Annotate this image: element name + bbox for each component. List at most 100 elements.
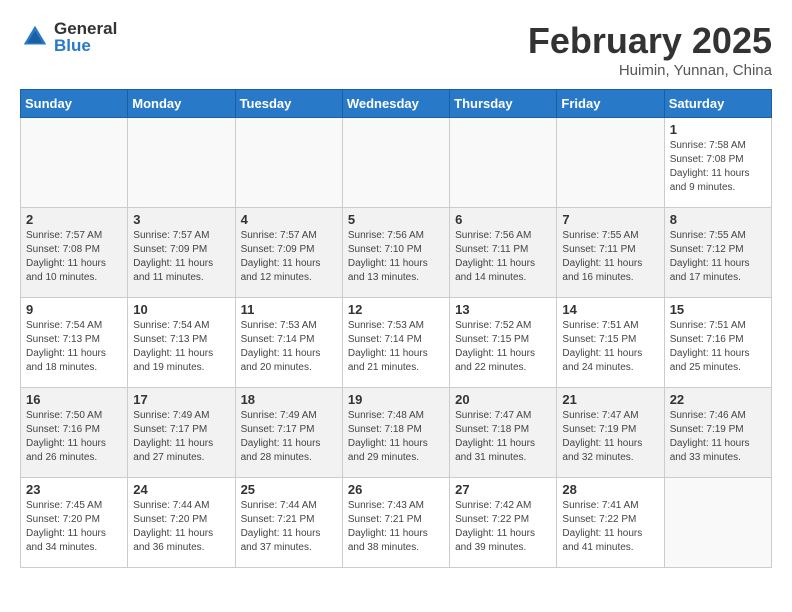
calendar-cell: 21 Sunrise: 7:47 AM Sunset: 7:19 PM Dayli… bbox=[557, 388, 664, 478]
logo: General Blue bbox=[20, 20, 117, 54]
day-info: Sunrise: 7:56 AM Sunset: 7:10 PM Dayligh… bbox=[348, 229, 444, 285]
day-number: 14 bbox=[562, 302, 658, 317]
day-info: Sunrise: 7:55 AM Sunset: 7:11 PM Dayligh… bbox=[562, 229, 658, 285]
day-info: Sunrise: 7:57 AM Sunset: 7:08 PM Dayligh… bbox=[26, 229, 122, 285]
day-info: Sunrise: 7:55 AM Sunset: 7:12 PM Dayligh… bbox=[670, 229, 766, 285]
day-info: Sunrise: 7:45 AM Sunset: 7:20 PM Dayligh… bbox=[26, 499, 122, 555]
day-info: Sunrise: 7:49 AM Sunset: 7:17 PM Dayligh… bbox=[241, 409, 337, 465]
calendar-cell: 22 Sunrise: 7:46 AM Sunset: 7:19 PM Dayli… bbox=[664, 388, 771, 478]
calendar-cell: 25Sunrise: 7:44 AM Sunset: 7:21 PM Dayli… bbox=[235, 478, 342, 568]
day-info: Sunrise: 7:56 AM Sunset: 7:11 PM Dayligh… bbox=[455, 229, 551, 285]
calendar-cell: 17 Sunrise: 7:49 AM Sunset: 7:17 PM Dayli… bbox=[128, 388, 235, 478]
logo-general-text: General bbox=[54, 20, 117, 37]
day-info: Sunrise: 7:57 AM Sunset: 7:09 PM Dayligh… bbox=[133, 229, 229, 285]
calendar-week-row: 23 Sunrise: 7:45 AM Sunset: 7:20 PM Dayli… bbox=[21, 478, 772, 568]
day-number: 2 bbox=[26, 212, 122, 227]
calendar-cell: 15 Sunrise: 7:51 AM Sunset: 7:16 PM Dayli… bbox=[664, 298, 771, 388]
logo-icon bbox=[20, 22, 50, 52]
weekday-header-sunday: Sunday bbox=[21, 90, 128, 118]
day-number: 24 bbox=[133, 482, 229, 497]
day-number: 27 bbox=[455, 482, 551, 497]
calendar-week-row: 2 Sunrise: 7:57 AM Sunset: 7:08 PM Daylig… bbox=[21, 208, 772, 298]
page-header: General Blue February 2025 Huimin, Yunna… bbox=[20, 20, 772, 79]
calendar-cell: 20 Sunrise: 7:47 AM Sunset: 7:18 PM Dayli… bbox=[450, 388, 557, 478]
day-info: Sunrise: 7:41 AM Sunset: 7:22 PM Dayligh… bbox=[562, 499, 658, 555]
day-number: 22 bbox=[670, 392, 766, 407]
day-number: 25 bbox=[241, 482, 337, 497]
day-number: 10 bbox=[133, 302, 229, 317]
calendar-cell: 1Sunrise: 7:58 AM Sunset: 7:08 PM Daylig… bbox=[664, 118, 771, 208]
weekday-header-tuesday: Tuesday bbox=[235, 90, 342, 118]
day-info: Sunrise: 7:42 AM Sunset: 7:22 PM Dayligh… bbox=[455, 499, 551, 555]
calendar-cell: 13 Sunrise: 7:52 AM Sunset: 7:15 PM Dayli… bbox=[450, 298, 557, 388]
weekday-header-wednesday: Wednesday bbox=[342, 90, 449, 118]
day-number: 7 bbox=[562, 212, 658, 227]
calendar-cell bbox=[557, 118, 664, 208]
calendar-week-row: 16Sunrise: 7:50 AM Sunset: 7:16 PM Dayli… bbox=[21, 388, 772, 478]
day-number: 23 bbox=[26, 482, 122, 497]
day-number: 5 bbox=[348, 212, 444, 227]
day-info: Sunrise: 7:46 AM Sunset: 7:19 PM Dayligh… bbox=[670, 409, 766, 465]
title-block: February 2025 Huimin, Yunnan, China bbox=[528, 20, 772, 79]
calendar-cell: 2 Sunrise: 7:57 AM Sunset: 7:08 PM Daylig… bbox=[21, 208, 128, 298]
logo-text: General Blue bbox=[54, 20, 117, 54]
day-info: Sunrise: 7:51 AM Sunset: 7:16 PM Dayligh… bbox=[670, 319, 766, 375]
day-info: Sunrise: 7:47 AM Sunset: 7:19 PM Dayligh… bbox=[562, 409, 658, 465]
day-info: Sunrise: 7:44 AM Sunset: 7:20 PM Dayligh… bbox=[133, 499, 229, 555]
calendar-cell: 23 Sunrise: 7:45 AM Sunset: 7:20 PM Dayli… bbox=[21, 478, 128, 568]
day-number: 15 bbox=[670, 302, 766, 317]
day-number: 3 bbox=[133, 212, 229, 227]
calendar-cell: 10Sunrise: 7:54 AM Sunset: 7:13 PM Dayli… bbox=[128, 298, 235, 388]
day-number: 9 bbox=[26, 302, 122, 317]
day-number: 26 bbox=[348, 482, 444, 497]
day-number: 17 bbox=[133, 392, 229, 407]
day-info: Sunrise: 7:51 AM Sunset: 7:15 PM Dayligh… bbox=[562, 319, 658, 375]
calendar-cell bbox=[342, 118, 449, 208]
calendar-cell: 14 Sunrise: 7:51 AM Sunset: 7:15 PM Dayli… bbox=[557, 298, 664, 388]
calendar-cell bbox=[664, 478, 771, 568]
weekday-header-saturday: Saturday bbox=[664, 90, 771, 118]
calendar-cell bbox=[21, 118, 128, 208]
calendar-cell: 24 Sunrise: 7:44 AM Sunset: 7:20 PM Dayli… bbox=[128, 478, 235, 568]
day-info: Sunrise: 7:47 AM Sunset: 7:18 PM Dayligh… bbox=[455, 409, 551, 465]
day-number: 21 bbox=[562, 392, 658, 407]
calendar-cell: 19 Sunrise: 7:48 AM Sunset: 7:18 PM Dayli… bbox=[342, 388, 449, 478]
day-info: Sunrise: 7:53 AM Sunset: 7:14 PM Dayligh… bbox=[241, 319, 337, 375]
calendar-cell: 7 Sunrise: 7:55 AM Sunset: 7:11 PM Daylig… bbox=[557, 208, 664, 298]
calendar-cell: 4 Sunrise: 7:57 AM Sunset: 7:09 PM Daylig… bbox=[235, 208, 342, 298]
day-info: Sunrise: 7:48 AM Sunset: 7:18 PM Dayligh… bbox=[348, 409, 444, 465]
day-number: 4 bbox=[241, 212, 337, 227]
month-title: February 2025 bbox=[528, 20, 772, 62]
calendar-table: SundayMondayTuesdayWednesdayThursdayFrid… bbox=[20, 89, 772, 568]
weekday-header-thursday: Thursday bbox=[450, 90, 557, 118]
calendar-cell: 8Sunrise: 7:55 AM Sunset: 7:12 PM Daylig… bbox=[664, 208, 771, 298]
calendar-cell: 27 Sunrise: 7:42 AM Sunset: 7:22 PM Dayli… bbox=[450, 478, 557, 568]
day-number: 18 bbox=[241, 392, 337, 407]
calendar-cell bbox=[235, 118, 342, 208]
day-info: Sunrise: 7:49 AM Sunset: 7:17 PM Dayligh… bbox=[133, 409, 229, 465]
day-number: 12 bbox=[348, 302, 444, 317]
day-info: Sunrise: 7:57 AM Sunset: 7:09 PM Dayligh… bbox=[241, 229, 337, 285]
day-number: 19 bbox=[348, 392, 444, 407]
day-number: 28 bbox=[562, 482, 658, 497]
weekday-header-row: SundayMondayTuesdayWednesdayThursdayFrid… bbox=[21, 90, 772, 118]
calendar-cell: 5 Sunrise: 7:56 AM Sunset: 7:10 PM Daylig… bbox=[342, 208, 449, 298]
day-number: 6 bbox=[455, 212, 551, 227]
day-info: Sunrise: 7:50 AM Sunset: 7:16 PM Dayligh… bbox=[26, 409, 122, 465]
calendar-cell: 3 Sunrise: 7:57 AM Sunset: 7:09 PM Daylig… bbox=[128, 208, 235, 298]
calendar-cell: 26Sunrise: 7:43 AM Sunset: 7:21 PM Dayli… bbox=[342, 478, 449, 568]
calendar-cell: 9Sunrise: 7:54 AM Sunset: 7:13 PM Daylig… bbox=[21, 298, 128, 388]
day-info: Sunrise: 7:52 AM Sunset: 7:15 PM Dayligh… bbox=[455, 319, 551, 375]
day-number: 13 bbox=[455, 302, 551, 317]
weekday-header-friday: Friday bbox=[557, 90, 664, 118]
weekday-header-monday: Monday bbox=[128, 90, 235, 118]
calendar-cell: 18 Sunrise: 7:49 AM Sunset: 7:17 PM Dayli… bbox=[235, 388, 342, 478]
calendar-cell bbox=[128, 118, 235, 208]
day-number: 20 bbox=[455, 392, 551, 407]
calendar-cell: 12Sunrise: 7:53 AM Sunset: 7:14 PM Dayli… bbox=[342, 298, 449, 388]
calendar-cell: 11 Sunrise: 7:53 AM Sunset: 7:14 PM Dayli… bbox=[235, 298, 342, 388]
day-number: 11 bbox=[241, 302, 337, 317]
calendar-cell: 28 Sunrise: 7:41 AM Sunset: 7:22 PM Dayli… bbox=[557, 478, 664, 568]
location: Huimin, Yunnan, China bbox=[528, 62, 772, 79]
logo-blue-text: Blue bbox=[54, 37, 117, 54]
